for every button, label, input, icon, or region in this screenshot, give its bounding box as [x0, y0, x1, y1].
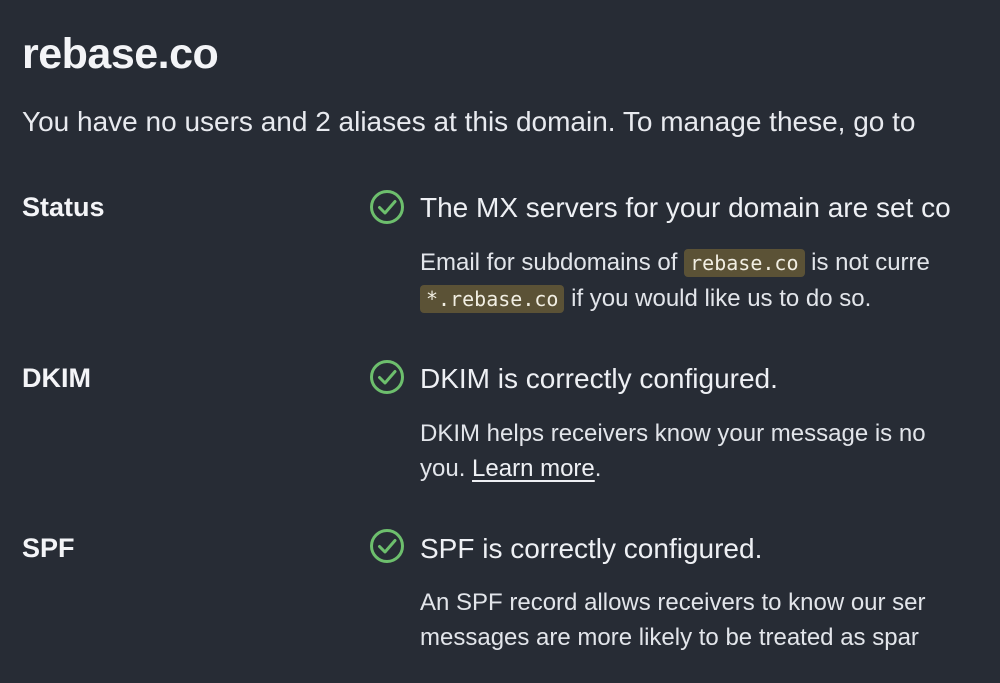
- dkim-description-line-1: DKIM helps receivers know your message i…: [420, 420, 926, 447]
- dkim-heading: DKIM is correctly configured.: [420, 363, 778, 394]
- check-circle-icon: [370, 529, 404, 563]
- domain-summary-text: You have no users and 2 aliases at this …: [22, 106, 916, 137]
- learn-more-link[interactable]: Learn more: [472, 455, 595, 482]
- domain-code: rebase.co: [684, 249, 805, 277]
- spf-description-line-2: messages are more likely to be treated a…: [420, 624, 919, 651]
- status-description-line-1: Email for subdomains of rebase.co is not…: [420, 249, 930, 277]
- status-description-line-2: *.rebase.co if you would like us to do s…: [420, 281, 930, 317]
- spf-heading: SPF is correctly configured.: [420, 533, 763, 564]
- spf-description-line-1: An SPF record allows receivers to know o…: [420, 589, 926, 616]
- status-description: Email for subdomains of rebase.co is not…: [420, 245, 930, 317]
- check-circle-icon: [370, 190, 404, 224]
- dkim-description: DKIM helps receivers know your message i…: [420, 416, 926, 486]
- spf-label: SPF: [22, 533, 75, 563]
- status-label: Status: [22, 192, 105, 222]
- dkim-label: DKIM: [22, 363, 91, 393]
- wildcard-domain-code: *.rebase.co: [420, 285, 565, 313]
- page-title: rebase.co: [22, 30, 219, 78]
- status-heading: The MX servers for your domain are set c…: [420, 192, 951, 223]
- dkim-description-line-2: you. Learn more.: [420, 455, 602, 482]
- check-circle-icon: [370, 360, 404, 394]
- spf-description: An SPF record allows receivers to know o…: [420, 585, 926, 655]
